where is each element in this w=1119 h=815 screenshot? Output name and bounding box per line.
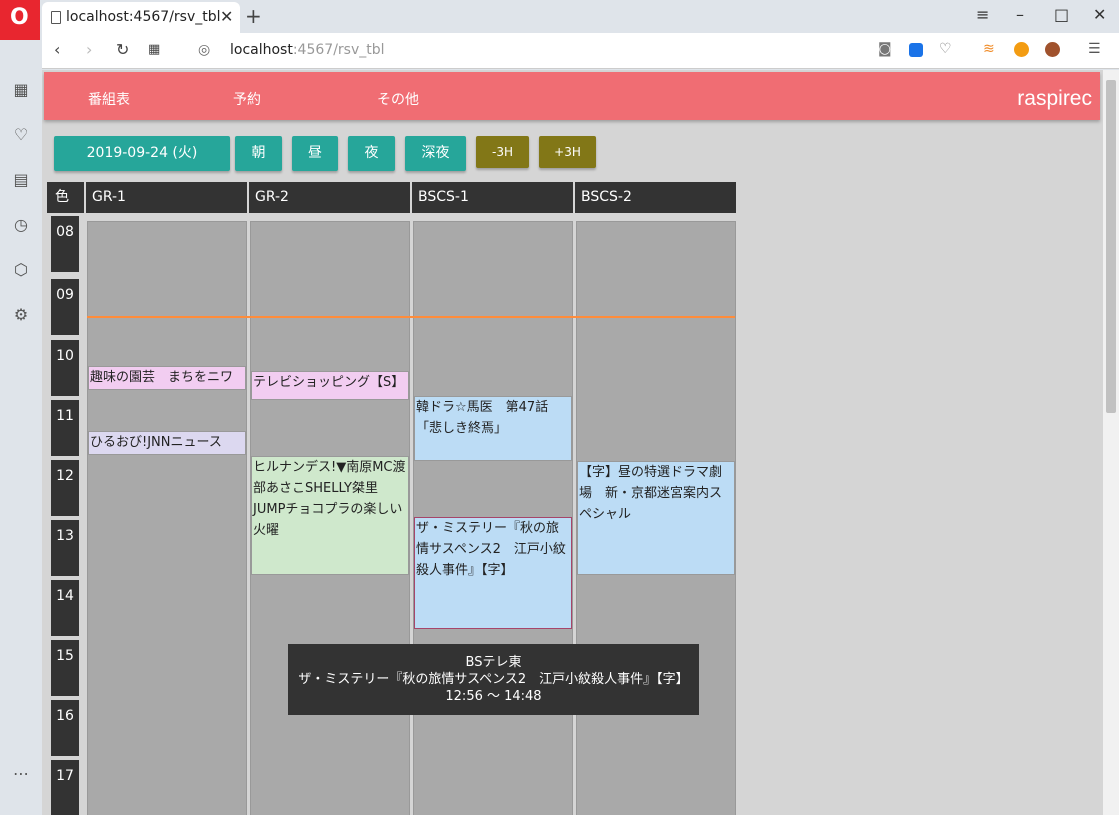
speed-dial-icon[interactable]: ▦: [148, 42, 160, 57]
address-host: localhost: [230, 42, 293, 58]
history-clock-icon[interactable]: ◷: [11, 215, 31, 235]
tab-close-icon[interactable]: ✕: [220, 7, 233, 26]
app-header: 番組表 予約 その他 raspirec: [44, 72, 1100, 120]
morning-button[interactable]: 朝: [235, 136, 282, 171]
noon-button[interactable]: 昼: [292, 136, 338, 171]
channel-column-bscs1: 韓ドラ☆馬医 第47話「悲しき終焉」 ザ・ミステリー『秋の旅情サスペンス2 江戸…: [413, 221, 573, 815]
browser-navbar: ‹ › ↻ ▦ ◎ localhost:4567/rsv_tbl ◙ ♡ ≋ ☰: [42, 33, 1119, 69]
rss-icon[interactable]: ≋: [983, 41, 995, 57]
plus-3h-button[interactable]: +3H: [539, 136, 596, 168]
menu-other[interactable]: その他: [377, 89, 419, 109]
page-icon: [51, 11, 61, 24]
speed-dial-panel-icon[interactable]: ▦: [11, 80, 31, 100]
late-night-button[interactable]: 深夜: [405, 136, 466, 171]
browser-titlebar: O localhost:4567/rsv_tbl ✕ + ≡ – □ ✕: [0, 0, 1119, 40]
tooltip-title: ザ・ミステリー『秋の旅情サスペンス2 江戸小紋殺人事件』【字】: [298, 672, 689, 687]
channel-header-gr1: GR-1: [86, 182, 247, 213]
address-bar[interactable]: localhost:4567/rsv_tbl: [230, 42, 385, 58]
address-path: :4567/rsv_tbl: [292, 42, 385, 58]
gear-icon[interactable]: ⚙: [11, 305, 31, 325]
tooltip-time: 12:56 〜 14:48: [445, 689, 542, 704]
hour-label: 09: [51, 279, 79, 335]
hour-label: 12: [51, 460, 79, 516]
program-cell[interactable]: 韓ドラ☆馬医 第47話「悲しき終焉」: [414, 396, 572, 461]
minus-3h-button[interactable]: -3H: [476, 136, 529, 168]
hour-label: 16: [51, 700, 79, 756]
extension-icon[interactable]: [1014, 42, 1029, 57]
browser-tab[interactable]: localhost:4567/rsv_tbl ✕: [42, 2, 240, 33]
hour-label: 17: [51, 760, 79, 815]
new-tab-icon[interactable]: +: [245, 4, 262, 28]
program-cell-selected[interactable]: ザ・ミステリー『秋の旅情サスペンス2 江戸小紋殺人事件』【字】: [414, 517, 572, 629]
night-button[interactable]: 夜: [348, 136, 395, 171]
date-button[interactable]: 2019-09-24 (火): [54, 136, 230, 171]
camera-icon[interactable]: ◙: [878, 41, 892, 57]
cube-icon[interactable]: ⬡: [11, 260, 31, 280]
hour-label: 10: [51, 340, 79, 396]
minimize-icon[interactable]: –: [1016, 5, 1024, 24]
heart-icon[interactable]: ♡: [939, 41, 952, 57]
scrollbar-thumb[interactable]: [1106, 80, 1116, 413]
site-info-icon[interactable]: ◎: [198, 42, 210, 58]
brand-title[interactable]: raspirec: [1017, 87, 1092, 111]
hour-label: 15: [51, 640, 79, 696]
color-column-header: 色: [47, 182, 84, 213]
back-icon[interactable]: ‹: [54, 40, 60, 59]
settings-sliders-icon[interactable]: ☰: [1088, 41, 1101, 57]
hour-label: 08: [51, 216, 79, 272]
menu-reservations[interactable]: 予約: [233, 89, 261, 109]
tooltip-channel: BSテレ東: [465, 655, 522, 670]
reload-icon[interactable]: ↻: [116, 40, 129, 59]
window-close-icon[interactable]: ✕: [1093, 5, 1106, 24]
browser-sidebar: ▦ ♡ ▤ ◷ ⬡ ⚙ ⋯: [0, 40, 41, 815]
maximize-icon[interactable]: □: [1054, 5, 1069, 24]
menu-program-table[interactable]: 番組表: [88, 89, 130, 109]
cookie-icon[interactable]: [1045, 42, 1060, 57]
current-time-line: [87, 316, 735, 318]
program-cell[interactable]: テレビショッピング【S】: [251, 371, 409, 400]
channel-header-gr2: GR-2: [249, 182, 410, 213]
page-scrollbar[interactable]: [1103, 70, 1119, 815]
hour-label: 11: [51, 400, 79, 456]
program-cell[interactable]: 【字】昼の特選ドラマ劇場 新・京都迷宮案内スペシャル: [577, 461, 735, 575]
news-icon[interactable]: ▤: [11, 170, 31, 190]
channel-header-bscs2: BSCS-2: [575, 182, 736, 213]
page-viewport: 番組表 予約 その他 raspirec 2019-09-24 (火) 朝 昼 夜…: [42, 70, 1103, 815]
channel-header-bscs1: BSCS-1: [412, 182, 573, 213]
program-cell[interactable]: ヒルナンデス!▼南原MC渡部あさこSHELLY桀里JUMPチョコプラの楽しい火曜: [251, 456, 409, 575]
hour-label: 14: [51, 580, 79, 636]
tab-title: localhost:4567/rsv_tbl: [66, 9, 221, 25]
program-cell[interactable]: ひるおび!JNNニュース: [88, 431, 246, 455]
hour-label: 13: [51, 520, 79, 576]
program-tooltip: BSテレ東 ザ・ミステリー『秋の旅情サスペンス2 江戸小紋殺人事件』【字】 12…: [288, 644, 699, 715]
bookmarks-heart-icon[interactable]: ♡: [11, 125, 31, 145]
browser-logo-icon[interactable]: O: [0, 0, 40, 40]
tab-menu-icon[interactable]: ≡: [976, 5, 989, 24]
channel-column-bscs2: 【字】昼の特選ドラマ劇場 新・京都迷宮案内スペシャル: [576, 221, 736, 815]
program-cell[interactable]: 趣味の園芸 まちをニワ: [88, 366, 246, 390]
channel-column-gr2: テレビショッピング【S】 ヒルナンデス!▼南原MC渡部あさこSHELLY桀里JU…: [250, 221, 410, 815]
more-icon[interactable]: ⋯: [11, 764, 31, 784]
channel-column-gr1: 趣味の園芸 まちをニワ ひるおび!JNNニュース: [87, 221, 247, 815]
forward-icon[interactable]: ›: [86, 40, 92, 59]
shield-icon[interactable]: [909, 43, 923, 57]
